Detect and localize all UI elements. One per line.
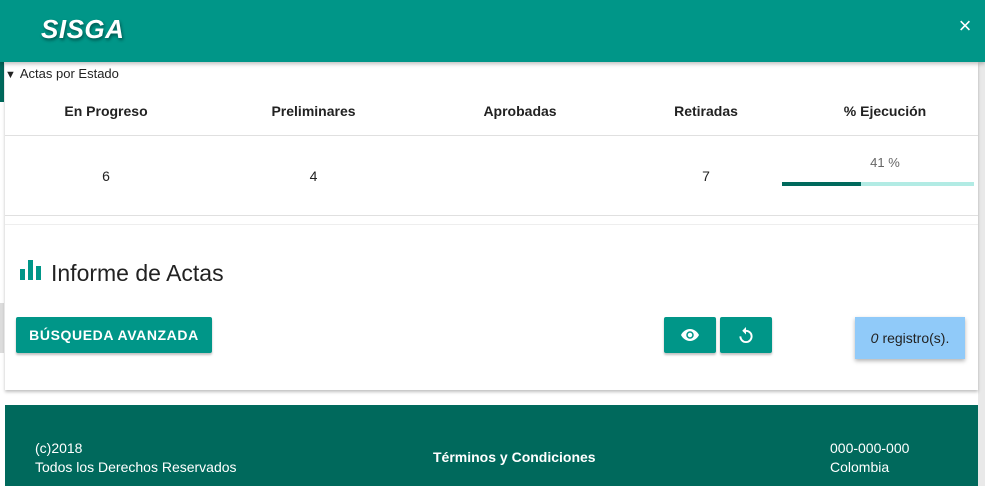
advanced-search-button[interactable]: BÚSQUEDA AVANZADA xyxy=(16,317,212,353)
footer-copyright: (c)2018 Todos los Derechos Reservados xyxy=(35,439,237,477)
close-button[interactable]: × xyxy=(955,14,975,38)
header-retiradas: Retiradas xyxy=(674,102,738,119)
progress-container: 41 % xyxy=(782,151,978,201)
section-divider xyxy=(5,224,978,225)
reset-button[interactable] xyxy=(720,317,772,353)
eye-icon xyxy=(681,329,699,341)
records-count-badge: 0 registro(s). xyxy=(855,317,965,359)
refresh-icon xyxy=(739,327,753,343)
phone-number: 000-000-000 xyxy=(830,440,910,456)
header-preliminares: Preliminares xyxy=(271,102,356,119)
page-bottom xyxy=(0,486,985,497)
value-preliminares: 4 xyxy=(309,167,318,184)
disclosure-triangle-icon: ▼ xyxy=(5,69,16,81)
left-accent-strip xyxy=(0,62,4,102)
records-count: 0 xyxy=(870,330,879,346)
value-en-progreso: 6 xyxy=(102,167,110,184)
bar-chart-icon xyxy=(20,260,41,280)
brand-logo[interactable]: SISGA xyxy=(41,14,124,45)
table-header-row: En Progreso Preliminares Aprobadas Retir… xyxy=(5,86,978,136)
execution-percent-label: 41 % xyxy=(870,154,900,170)
actas-status-table: En Progreso Preliminares Aprobadas Retir… xyxy=(5,86,978,216)
value-retiradas: 7 xyxy=(702,167,710,184)
footer-contact: 000-000-000 Colombia xyxy=(830,439,909,477)
execution-progress: 41 % xyxy=(782,151,978,201)
copyright-year: (c)2018 xyxy=(35,440,83,456)
table-row: 6 4 7 41 % xyxy=(5,136,978,216)
actas-estado-toggle[interactable]: ▼ Actas por Estado xyxy=(5,66,119,81)
rights-text: Todos los Derechos Reservados xyxy=(35,459,237,475)
page-footer: (c)2018 Todos los Derechos Reservados Té… xyxy=(5,405,978,486)
view-button[interactable] xyxy=(664,317,716,353)
report-heading: Informe de Actas xyxy=(20,258,224,288)
page-title: Informe de Actas xyxy=(51,260,224,286)
progress-track xyxy=(782,181,974,186)
progress-fill xyxy=(782,181,861,186)
header-aprobadas: Aprobadas xyxy=(483,102,557,119)
terms-link[interactable]: Términos y Condiciones xyxy=(433,449,596,465)
header-ejecucion: % Ejecución xyxy=(843,102,927,119)
scrollbar-track[interactable] xyxy=(978,62,985,497)
country-name: Colombia xyxy=(830,459,890,475)
app-header: SISGA × xyxy=(0,0,985,62)
actas-estado-label: Actas por Estado xyxy=(19,66,119,81)
header-en-progreso: En Progreso xyxy=(64,102,148,119)
left-gray-strip xyxy=(0,303,4,353)
records-suffix: registro(s). xyxy=(882,330,950,346)
